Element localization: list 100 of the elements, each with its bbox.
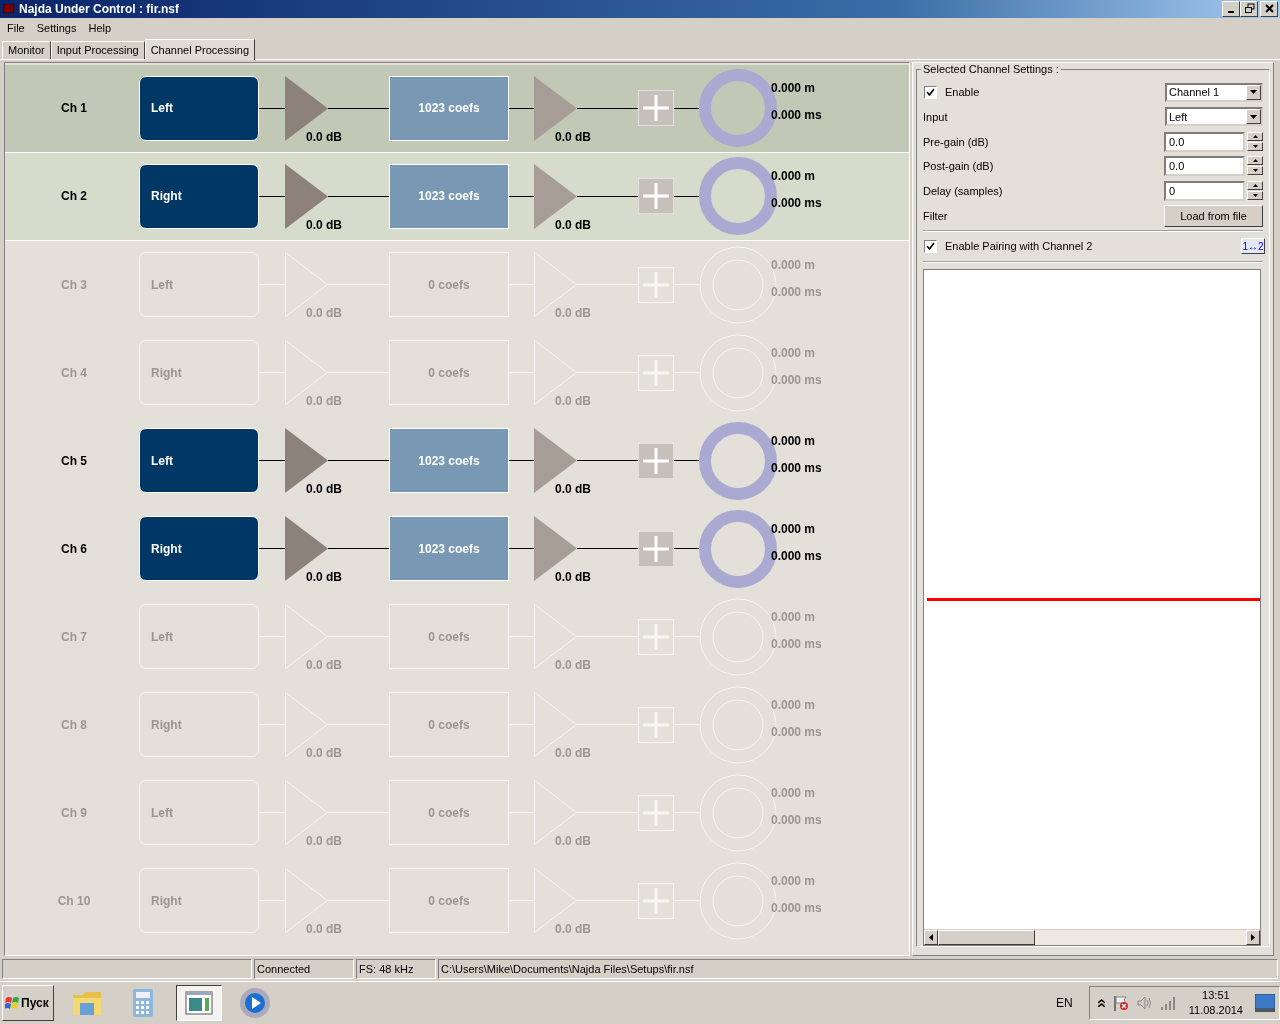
dropdown-value: Left [1169,110,1188,123]
plus-icon[interactable] [638,354,674,391]
window-title: Najda Under Control : fir.nsf [19,1,180,16]
spin-up-button[interactable] [1247,156,1263,166]
gain-triangle-icon[interactable] [534,868,577,934]
gain-triangle-icon[interactable] [285,868,328,934]
distance-value: 0.000 m [771,873,816,888]
gain-triangle-icon[interactable] [534,75,577,141]
language-indicator[interactable]: EN [1056,996,1073,1011]
gain-triangle-icon[interactable] [285,163,328,229]
spin-down-button[interactable] [1247,141,1263,151]
field-label: Filter [923,209,948,222]
gain-value: 0.0 dB [306,482,342,497]
plus-icon[interactable] [638,266,674,303]
distance-value: 0.000 m [771,785,816,800]
right-arrow-icon [1251,933,1255,941]
gain-triangle-icon[interactable] [285,75,328,141]
gain-triangle-icon[interactable] [534,516,577,582]
input-field[interactable]: 0 [1164,181,1245,201]
app-icon [3,4,14,14]
up-arrow-icon [1252,134,1258,138]
checkbox[interactable] [924,239,937,253]
channel-label: Ch 8 [61,717,87,732]
gain-triangle-icon[interactable] [534,252,577,318]
flag-icon[interactable] [1112,995,1129,1012]
gain-triangle-icon[interactable] [285,604,328,670]
tab[interactable]: Monitor [2,40,51,59]
gain-value: 0.0 dB [555,658,591,673]
gain-triangle-icon[interactable] [285,516,328,582]
gain-value: 0.0 dB [306,746,342,761]
input-block[interactable]: Right [139,516,259,582]
menu-item[interactable]: File [1,21,31,34]
spin-up-button[interactable] [1247,181,1263,190]
spin-down-button[interactable] [1247,191,1263,200]
gain-triangle-icon[interactable] [285,340,328,406]
pairing-button[interactable]: 1↔2 [1241,238,1265,255]
input-block[interactable]: Left [139,75,259,141]
gain-triangle-icon[interactable] [534,604,577,670]
scrollbar[interactable] [924,928,1260,945]
channel-row[interactable]: Ch 6 Right 0.0 dB 1023 coefs 0.0 dB 0.000 m 0.000 ms [5,504,909,593]
field-label: Delay (samples) [923,185,1003,197]
close-button[interactable] [1260,0,1278,17]
dropdown[interactable]: Left [1165,107,1263,127]
speaker-icon[interactable] [1136,995,1153,1012]
clock-time[interactable]: 13:51 [1202,988,1230,1004]
delay-value: 0.000 ms [771,636,822,651]
spin-down-button[interactable] [1247,166,1263,176]
gain-triangle-icon[interactable] [534,692,577,758]
group-title: Selected Channel Settings : [921,62,1061,75]
delay-value: 0.000 ms [771,108,822,123]
input-field[interactable]: 0.0 [1164,131,1245,152]
checkbox[interactable] [924,85,937,99]
menu-item[interactable]: Help [82,21,118,34]
gain-triangle-icon[interactable] [534,428,577,494]
input-block[interactable]: Left [139,428,259,494]
chevron-icon[interactable] [1097,999,1105,1008]
gain-value: 0.0 dB [555,394,591,409]
scroll-thumb[interactable] [938,929,1035,945]
signal-icon[interactable] [1160,996,1177,1011]
load-button[interactable]: Load from file [1164,204,1263,227]
channel-row[interactable]: Ch 5 Left 0.0 dB 1023 coefs 0.0 dB 0.000 m 0.000 ms [5,416,909,505]
minimize-button[interactable] [1222,0,1240,17]
channel-row[interactable]: Ch 2 Right 0.0 dB 1023 coefs 0.0 dB 0.000 m 0.000 ms [5,152,909,241]
delay-value: 0.000 ms [771,812,822,827]
restore-button[interactable] [1240,0,1258,17]
play-icon [239,987,271,1020]
taskbar-button[interactable] [176,985,222,1022]
gain-value: 0.0 dB [555,922,591,937]
channel-label: Ch 6 [61,541,87,556]
channel-label: Ch 7 [61,629,87,644]
gain-triangle-icon[interactable] [534,163,577,229]
gain-value: 0.0 dB [306,217,342,232]
gain-triangle-icon[interactable] [285,780,328,846]
plus-icon[interactable] [638,882,674,919]
plus-icon[interactable] [638,706,674,743]
input-field[interactable]: 0.0 [1164,156,1245,177]
up-arrow-icon [1252,184,1258,187]
gain-value: 0.0 dB [306,834,342,849]
tab[interactable]: Input Processing [50,40,145,59]
plus-icon[interactable] [638,794,674,831]
clock-date[interactable]: 11.08.2014 [1188,1003,1243,1019]
input-block[interactable]: Right [139,163,259,229]
gain-value: 0.0 dB [306,306,342,321]
gain-triangle-icon[interactable] [285,692,328,758]
gain-triangle-icon[interactable] [285,252,328,318]
channel-row[interactable]: Ch 1 Left 0.0 dB 1023 coefs 0.0 dB 0.000 m 0.000 ms [5,64,909,153]
channel-label: Ch 4 [61,365,87,380]
desktop-icon[interactable] [1255,994,1275,1013]
tab[interactable]: Channel Processing [144,38,256,60]
gain-triangle-icon[interactable] [285,428,328,494]
start-button[interactable]: Пуск [2,985,54,1022]
gain-triangle-icon[interactable] [534,780,577,846]
gain-triangle-icon[interactable] [534,340,577,406]
plus-icon[interactable] [638,618,674,655]
dropdown[interactable]: Channel 1 [1165,82,1263,102]
dropdown-arrow-icon [1250,114,1257,119]
spin-up-button[interactable] [1247,131,1263,141]
distance-value: 0.000 m [771,81,816,96]
menu-item[interactable]: Settings [30,21,83,34]
connection-status: Connected [254,959,354,980]
